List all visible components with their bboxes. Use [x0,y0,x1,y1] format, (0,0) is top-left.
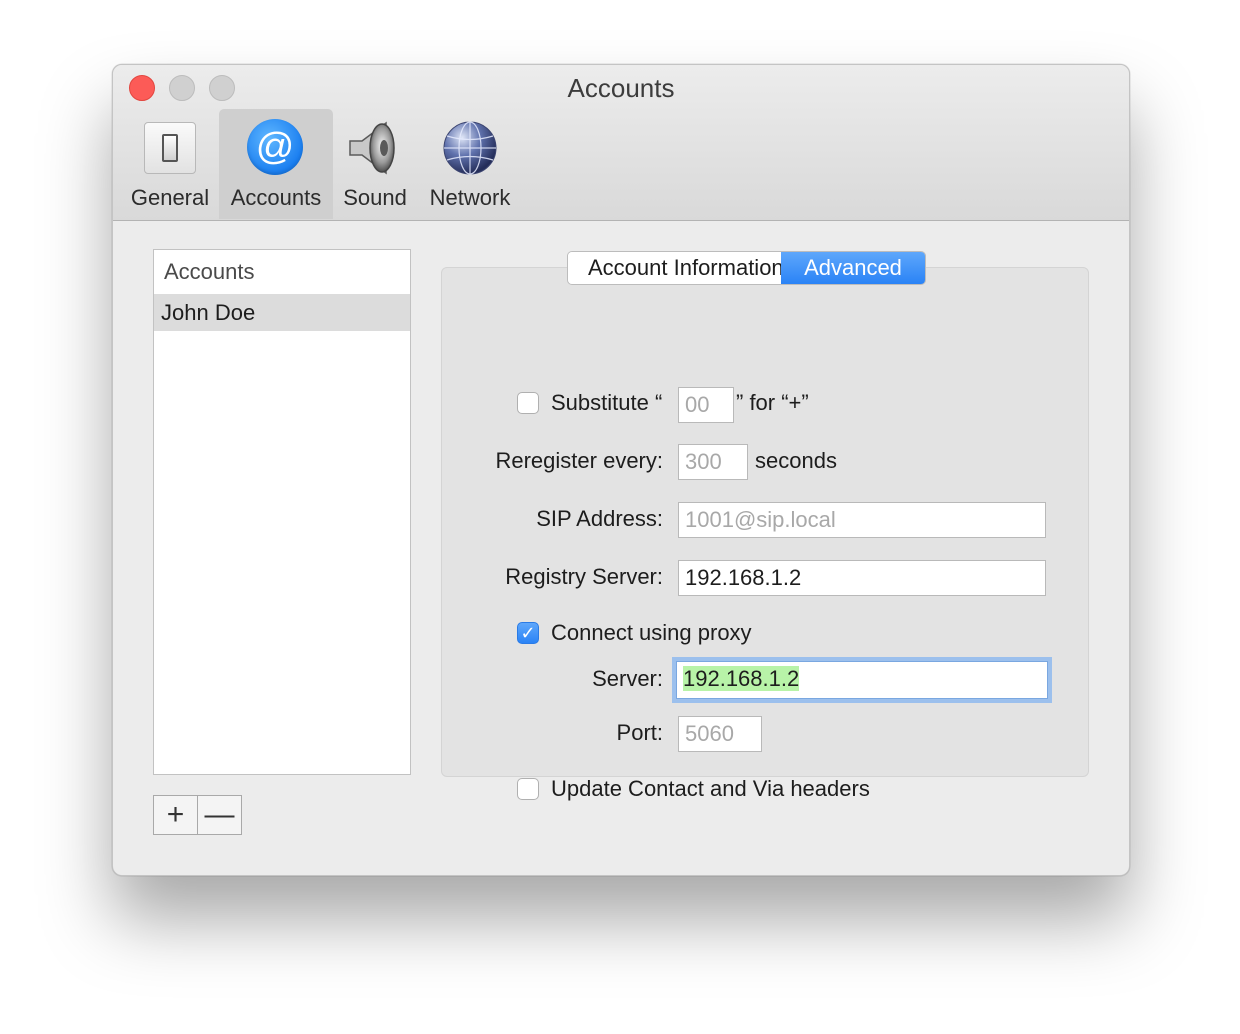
sip-address-input[interactable]: 1001@sip.local [678,502,1046,538]
proxy-checkbox[interactable]: ✓ [517,622,539,644]
substitute-label-suffix: ” for “+” [736,390,809,415]
window-title: Accounts [567,73,675,103]
proxy-server-input[interactable]: 192.168.1.2 [676,661,1048,699]
at-sign-icon: @ [247,119,305,177]
reregister-input[interactable]: 300 [678,444,748,480]
toolbar-item-network[interactable]: Network [421,109,519,219]
substitute-label-prefix: Substitute “ [551,390,663,415]
accounts-list[interactable]: Accounts John Doe [153,249,411,775]
proxy-server-value: 192.168.1.2 [683,666,800,691]
proxy-label: Connect using proxy [551,620,752,645]
switch-icon [141,119,199,177]
toolbar-item-label: Sound [343,185,407,210]
update-headers-checkbox[interactable] [517,778,539,800]
preferences-window: Accounts General @ Accounts Sound Networ… [112,64,1130,876]
reregister-unit: seconds [755,448,837,473]
accounts-list-header: Accounts [164,259,255,284]
toolbar-item-label: Network [429,185,511,210]
add-account-button[interactable]: + [154,796,197,834]
speaker-icon [346,119,404,177]
list-item[interactable]: John Doe [154,294,410,331]
toolbar-item-label: General [130,185,210,210]
add-remove-control: + — [153,795,242,835]
sip-address-label: SIP Address: [536,506,663,531]
proxy-server-label: Server: [592,666,663,691]
registry-server-input[interactable]: 192.168.1.2 [678,560,1046,596]
tab-account-information[interactable]: Account Information [568,252,784,284]
globe-icon [441,119,499,177]
substitute-checkbox[interactable] [517,392,539,414]
registry-server-label: Registry Server: [505,564,663,589]
tab-advanced[interactable]: Advanced [781,252,925,284]
content-area: Accounts John Doe + — Account Informatio… [113,221,1129,875]
toolbar-item-sound[interactable]: Sound [339,109,411,219]
update-headers-label: Update Contact and Via headers [551,776,870,801]
titlebar: Accounts General @ Accounts Sound Networ… [113,65,1129,221]
toolbar-item-accounts[interactable]: @ Accounts [219,109,333,219]
toolbar-item-label: Accounts [230,185,322,210]
toolbar-item-general[interactable]: General [127,109,213,219]
proxy-port-input[interactable]: 5060 [678,716,762,752]
remove-account-button[interactable]: — [197,796,241,834]
substitute-input[interactable]: 00 [678,387,734,423]
reregister-label: Reregister every: [495,448,663,473]
proxy-port-label: Port: [616,720,663,745]
tab-control: Account Information Advanced [567,251,926,285]
